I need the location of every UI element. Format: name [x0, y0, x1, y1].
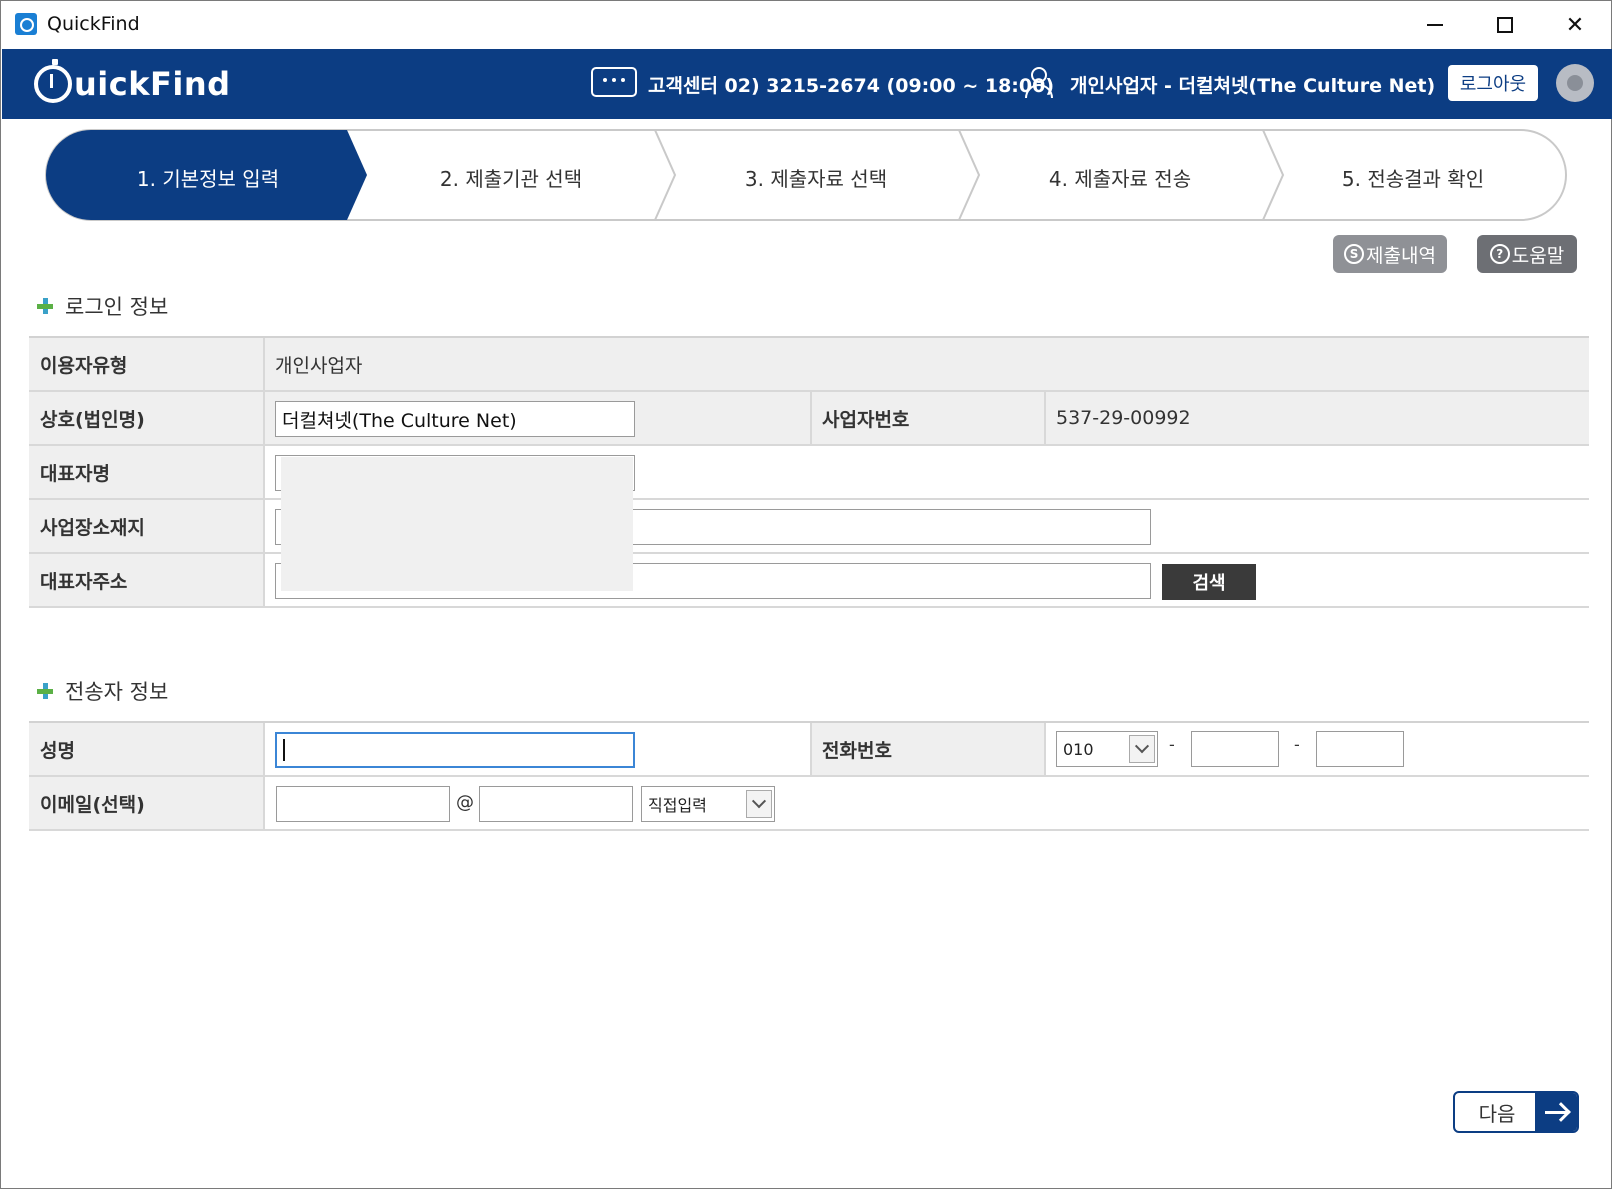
email-id-input[interactable]	[276, 786, 450, 822]
email-label: 이메일(선택)	[29, 777, 265, 829]
login-section-title: 로그인 정보	[37, 291, 168, 321]
s-circle-icon: S	[1344, 244, 1365, 264]
step-5: 5. 전송결과 확인	[1341, 167, 1485, 191]
phone-label: 전화번호	[810, 723, 1046, 775]
login-info-table: 이용자유형 개인사업자 상호(법인명) 더컬쳐넷(The Culture Net…	[29, 336, 1589, 608]
ceo-address-label: 대표자주소	[29, 554, 265, 606]
biz-no-label: 사업자번호	[810, 392, 1046, 444]
chat-icon	[591, 67, 637, 97]
plus-icon	[37, 683, 53, 699]
minimize-icon	[1427, 24, 1443, 26]
window-title: QuickFind	[47, 13, 140, 35]
step-3: 3. 제출자료 선택	[744, 167, 888, 191]
question-circle-icon: ?	[1489, 244, 1510, 264]
app-header: uickFind 고객센터 02) 3215-2674 (09:00 ~ 18:…	[2, 49, 1612, 119]
quickfind-logo: uickFind	[34, 59, 231, 107]
plus-icon	[37, 298, 53, 314]
text-caret	[283, 739, 285, 761]
redacted-area	[281, 457, 633, 591]
ceo-address-row: 대표자주소 검색	[29, 554, 1589, 608]
company-label: 상호(법인명)	[29, 392, 265, 444]
biz-no-value: 537-29-00992	[1056, 407, 1191, 429]
address-search-button[interactable]: 검색	[1162, 564, 1256, 600]
maximize-icon	[1497, 17, 1513, 33]
phone-prefix-select[interactable]: 010	[1056, 731, 1158, 767]
help-button[interactable]: ? 도움말	[1477, 235, 1577, 273]
biz-address-row: 사업장소재지	[29, 500, 1589, 554]
chevron-down-icon	[1129, 735, 1155, 763]
step-1: 1. 기본정보 입력	[136, 167, 280, 191]
sender-name-label: 성명	[29, 723, 265, 775]
user-type-label: 이용자유형	[29, 338, 265, 390]
close-icon: ✕	[1565, 12, 1585, 38]
customer-center-text: 고객센터 02) 3215-2674 (09:00 ~ 18:00)	[648, 75, 1055, 97]
sender-section-title: 전송자 정보	[37, 676, 168, 706]
title-bar: QuickFind ✕	[1, 1, 1611, 49]
email-domain-select[interactable]: 직접입력	[641, 786, 775, 822]
phone-last-input[interactable]	[1316, 731, 1404, 767]
sender-name-row: 성명 전화번호 010 - -	[29, 723, 1589, 777]
logout-button[interactable]: 로그아웃	[1448, 65, 1538, 101]
app-icon	[15, 13, 37, 35]
email-row: 이메일(선택) @ 직접입력	[29, 777, 1589, 831]
email-domain-input[interactable]	[479, 786, 633, 822]
user-type-row: 이용자유형 개인사업자	[29, 338, 1589, 392]
user-icon	[1025, 67, 1055, 99]
phone-middle-input[interactable]	[1191, 731, 1279, 767]
chevron-down-icon	[746, 790, 772, 818]
next-button[interactable]: 다음	[1453, 1091, 1579, 1133]
biz-address-label: 사업장소재지	[29, 500, 265, 552]
close-button[interactable]: ✕	[1541, 1, 1609, 49]
minimize-button[interactable]	[1401, 1, 1469, 49]
user-type-value: 개인사업자	[275, 354, 363, 377]
email-at-sign: @	[456, 792, 474, 813]
app-window: QuickFind ✕ uickFind 고객센터 02) 3215-2674 …	[0, 0, 1612, 1189]
company-input[interactable]: 더컬쳐넷(The Culture Net)	[275, 401, 635, 437]
ceo-name-label: 대표자명	[29, 446, 265, 498]
phone-separator: -	[1169, 735, 1175, 754]
step-4: 4. 제출자료 전송	[1048, 167, 1192, 191]
sender-info-table: 성명 전화번호 010 - - 이메일(선택) @ 직접입력	[29, 721, 1589, 831]
stopwatch-icon	[34, 59, 72, 103]
company-row: 상호(법인명) 더컬쳐넷(The Culture Net) 사업자번호 537-…	[29, 392, 1589, 446]
sender-name-input[interactable]	[275, 732, 635, 768]
step-indicator: 1. 기본정보 입력 2. 제출기관 선택 3. 제출자료 선택 4. 제출자료…	[45, 129, 1567, 223]
gear-icon[interactable]	[1556, 64, 1594, 102]
submission-history-button[interactable]: S 제출내역	[1333, 235, 1447, 273]
maximize-button[interactable]	[1471, 1, 1539, 49]
step-2: 2. 제출기관 선택	[439, 167, 583, 191]
arrow-right-icon	[1535, 1093, 1577, 1131]
phone-separator: -	[1294, 735, 1300, 754]
user-info-text: 개인사업자 - 더컬쳐넷(The Culture Net)	[1070, 75, 1436, 97]
ceo-name-row: 대표자명	[29, 446, 1589, 500]
